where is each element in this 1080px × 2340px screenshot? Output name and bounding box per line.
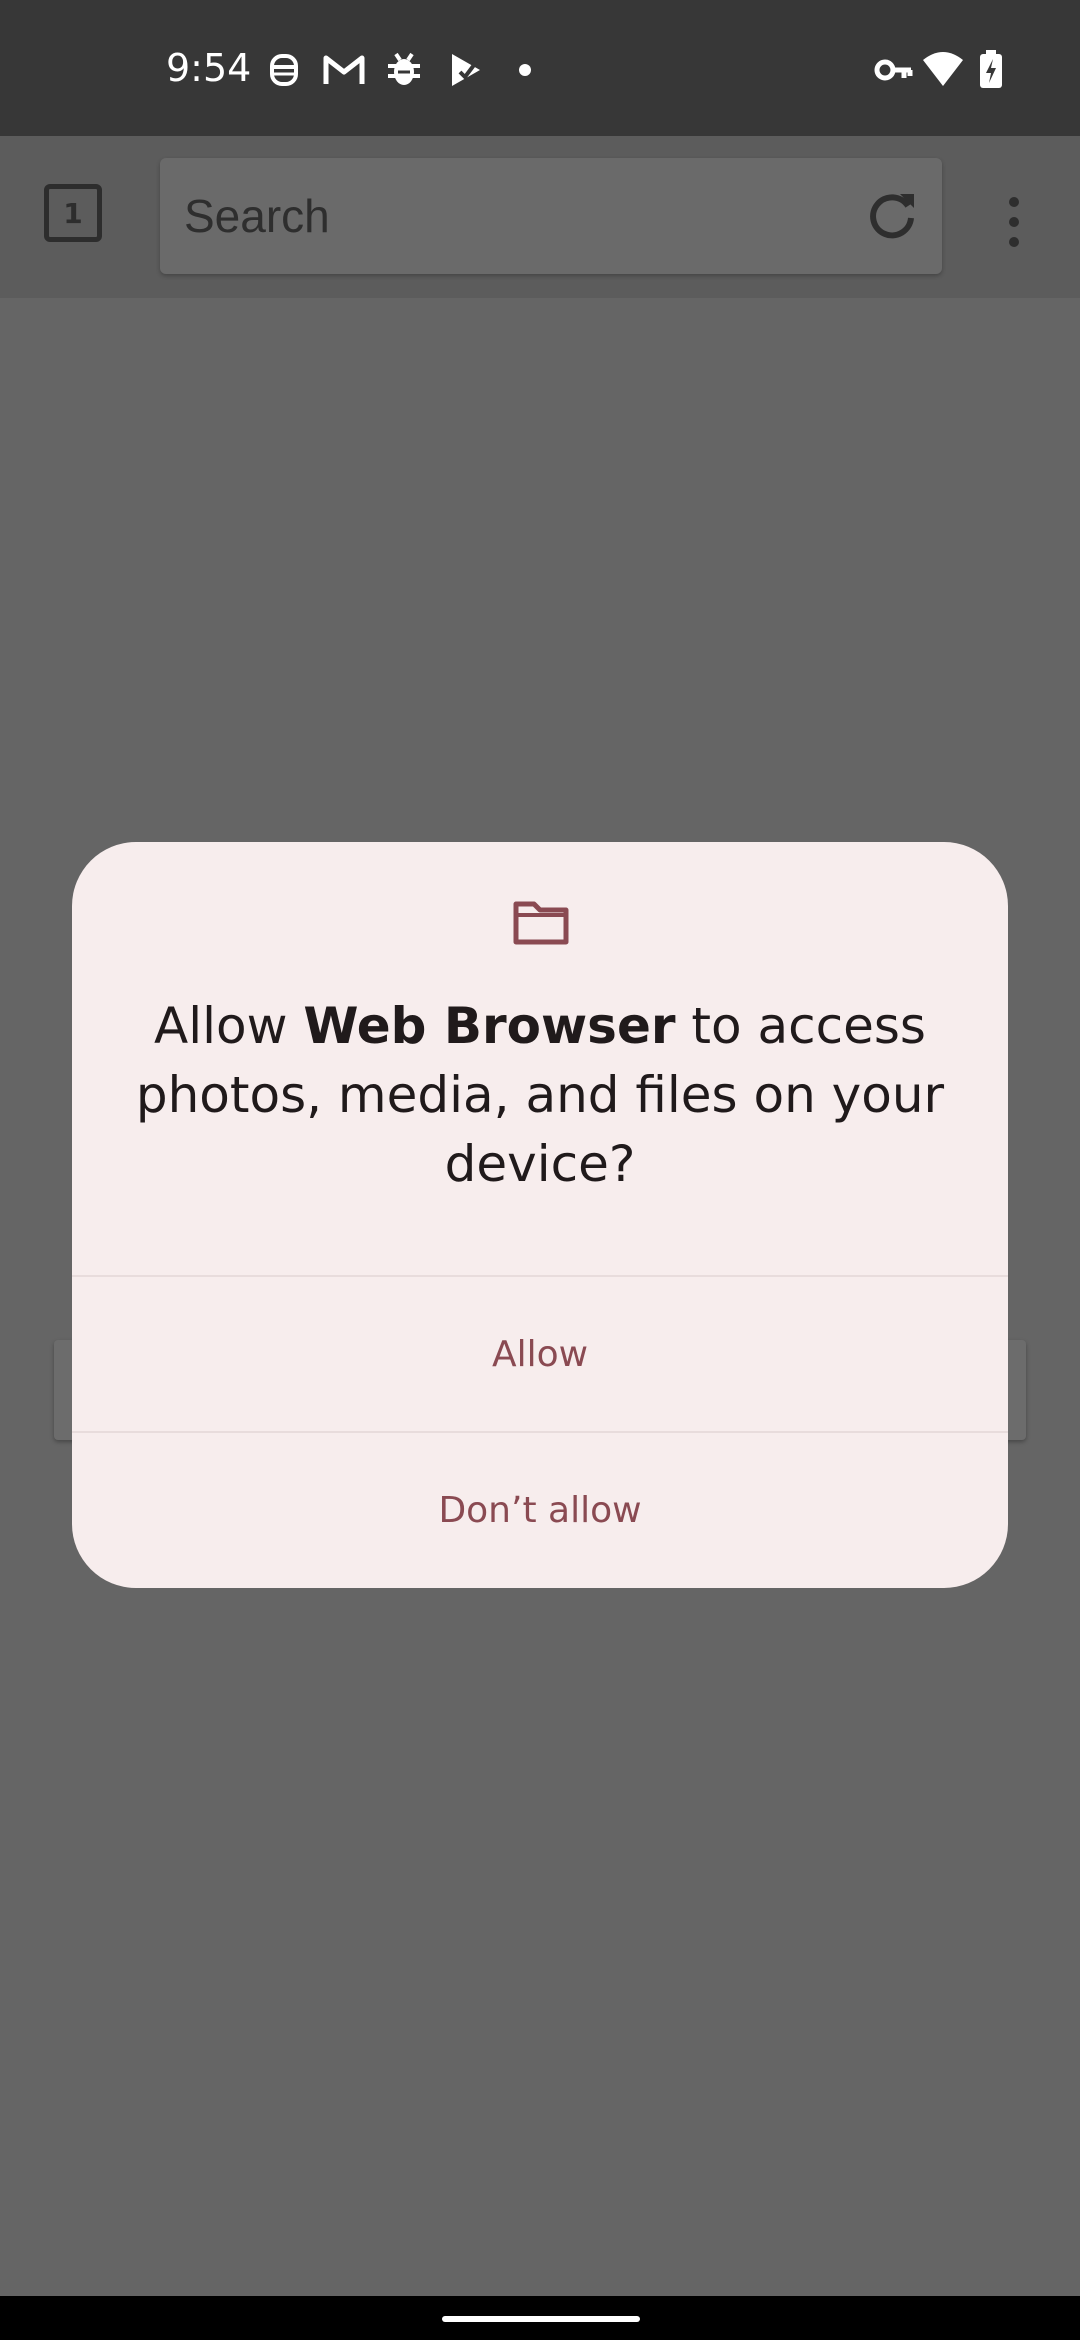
bug-icon — [384, 50, 424, 90]
navigation-bar — [0, 2296, 1080, 2340]
vpn-key-icon — [874, 50, 914, 90]
play-protect-icon — [446, 50, 486, 90]
screen: 9:54 1 Search Allow Web Browser to acces… — [0, 0, 1080, 2340]
search-input[interactable] — [184, 158, 824, 274]
gmail-icon — [322, 50, 366, 90]
search-box[interactable] — [160, 158, 942, 274]
lab-icon — [264, 50, 304, 90]
status-bar: 9:54 — [0, 0, 1080, 136]
dot-icon — [512, 50, 538, 90]
allow-button[interactable]: Allow — [72, 1277, 1008, 1431]
overflow-menu-icon[interactable] — [996, 192, 1032, 252]
browser-toolbar: 1 — [0, 136, 1080, 298]
wifi-icon — [922, 50, 964, 90]
title-prefix: Allow — [154, 997, 304, 1055]
app-name: Web Browser — [303, 997, 676, 1055]
status-time: 9:54 — [166, 46, 252, 90]
home-gesture-handle[interactable] — [442, 2316, 640, 2322]
tab-switcher-button[interactable]: 1 — [44, 184, 102, 242]
folder-icon — [512, 898, 570, 946]
battery-charging-icon — [978, 50, 1004, 90]
dont-allow-button[interactable]: Don’t allow — [72, 1433, 1008, 1587]
dialog-title: Allow Web Browser to access photos, medi… — [112, 992, 968, 1199]
refresh-icon[interactable] — [864, 188, 920, 244]
permission-dialog: Allow Web Browser to access photos, medi… — [72, 842, 1008, 1588]
